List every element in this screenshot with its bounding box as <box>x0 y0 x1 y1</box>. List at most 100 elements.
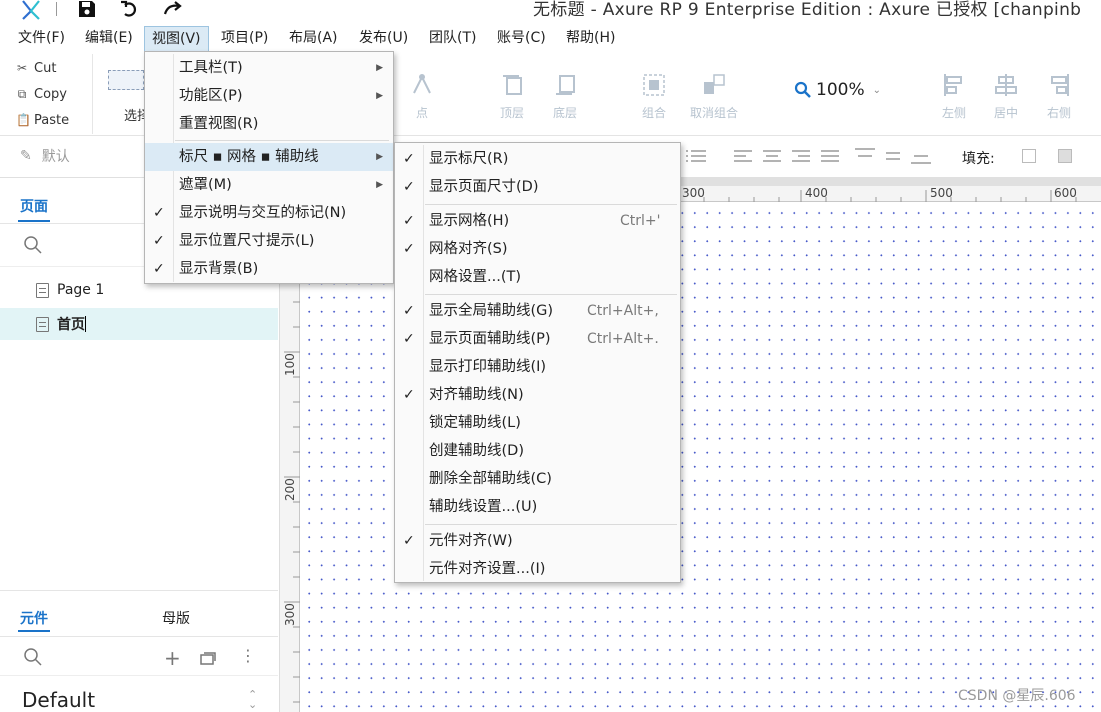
align-center-button[interactable]: 居中 <box>976 72 1036 121</box>
menu-account[interactable]: 账号(C) <box>490 26 553 53</box>
send-to-back-button[interactable]: 底层 <box>535 72 595 121</box>
menu-publish[interactable]: 发布(U) <box>352 26 415 53</box>
menu-team[interactable]: 团队(T) <box>422 26 483 53</box>
widget-search-icon[interactable] <box>23 647 43 667</box>
redo-icon[interactable] <box>162 0 184 18</box>
checkmark-icon: ✓ <box>403 241 415 257</box>
valign-middle-icon[interactable] <box>882 146 904 166</box>
save-icon[interactable] <box>76 0 98 18</box>
checkmark-icon: ✓ <box>403 303 415 319</box>
view-menu-item-show-position[interactable]: ✓ 显示位置尺寸提示(L) <box>145 227 393 255</box>
view-menu-item-reset-view[interactable]: 重置视图(R) <box>145 110 393 138</box>
submenu-item-guide-settings[interactable]: 辅助线设置...(U) <box>395 493 680 521</box>
align-right-icon <box>1051 74 1069 96</box>
align-right-button[interactable]: 右侧 <box>1029 72 1089 121</box>
menu-item-label: 显示全局辅助线(G) <box>429 303 554 319</box>
menu-item-label: 显示页面辅助线(P) <box>429 331 551 347</box>
library-copy-icon[interactable] <box>200 650 218 666</box>
view-menu-item-ribbon[interactable]: 功能区(P) ▶ <box>145 82 393 110</box>
align-text-center-icon[interactable] <box>762 148 782 164</box>
submenu-item-snap-to-guides[interactable]: ✓ 对齐辅助线(N) <box>395 381 680 409</box>
add-library-icon[interactable]: + <box>164 646 181 670</box>
zoom-chevron-down-icon: ⌄ <box>872 84 881 96</box>
align-left-button[interactable]: 左侧 <box>924 72 984 121</box>
valign-bottom-icon[interactable] <box>910 146 932 166</box>
view-menu-item-toolbar[interactable]: 工具栏(T) ▶ <box>145 54 393 82</box>
checkmark-icon: ✓ <box>403 213 415 229</box>
menu-shortcut: Ctrl+Alt+. <box>587 331 659 347</box>
paste-button[interactable]: 📋 Paste <box>16 110 69 130</box>
ungroup-button[interactable]: 取消组合 <box>684 72 744 121</box>
submenu-item-show-page-guides[interactable]: ✓ 显示页面辅助线(P) Ctrl+Alt+. <box>395 325 680 353</box>
menu-item-label: 创建辅助线(D) <box>429 443 524 459</box>
fill-color-swatch[interactable] <box>1022 149 1036 163</box>
ruler-label-200: 200 <box>283 478 297 501</box>
library-select[interactable]: Default <box>22 688 95 712</box>
view-menu-item-show-notes[interactable]: ✓ 显示说明与交互的标记(N) <box>145 199 393 227</box>
tab-masters[interactable]: 母版 <box>162 608 190 628</box>
ungroup-icon <box>704 74 725 94</box>
toolbar-divider <box>92 54 93 134</box>
page-list-item-selected[interactable]: 首页 <box>0 308 278 340</box>
zoom-value: 100% <box>816 80 865 100</box>
submenu-item-grid-settings[interactable]: 网格设置...(T) <box>395 263 680 291</box>
menu-item-label: 网格对齐(S) <box>429 241 508 257</box>
style-dropdown[interactable]: ✎ 默认 <box>20 146 70 166</box>
menu-file[interactable]: 文件(F) <box>11 26 72 53</box>
view-menu-dropdown: 工具栏(T) ▶ 功能区(P) ▶ 重置视图(R) 标尺 ▪ 网格 ▪ 辅助线 … <box>144 51 394 284</box>
align-text-justify-icon[interactable] <box>820 148 840 164</box>
menu-separator <box>425 294 677 295</box>
submenu-item-snap-to-grid[interactable]: ✓ 网格对齐(S) <box>395 235 680 263</box>
fill-label: 填充: <box>962 151 995 167</box>
tab-pages[interactable]: 页面 <box>20 196 48 216</box>
submenu-item-show-print-guides[interactable]: 显示打印辅助线(I) <box>395 353 680 381</box>
zoom-control[interactable]: 100% ⌄ <box>794 78 881 102</box>
menu-view[interactable]: 视图(V) <box>144 26 209 53</box>
select-mode-icon[interactable] <box>108 70 144 90</box>
more-options-icon[interactable]: ⋮ <box>240 646 256 665</box>
submenu-item-show-global-guides[interactable]: ✓ 显示全局辅助线(G) Ctrl+Alt+, <box>395 297 680 325</box>
view-menu-item-ruler-grid-guides[interactable]: 标尺 ▪ 网格 ▪ 辅助线 ▶ <box>145 143 393 171</box>
group-button[interactable]: 组合 <box>624 72 684 121</box>
menu-item-label: 遮罩(M) <box>179 177 232 193</box>
zoom-search-icon <box>794 81 811 98</box>
bring-to-front-button[interactable]: 顶层 <box>482 72 542 121</box>
ungroup-label: 取消组合 <box>689 106 738 120</box>
cut-button[interactable]: ✂ Cut <box>16 58 56 78</box>
menu-item-label: 元件对齐(W) <box>429 533 513 549</box>
align-text-left-icon[interactable] <box>733 148 753 164</box>
submenu-item-widget-snap-settings[interactable]: 元件对齐设置...(I) <box>395 555 680 583</box>
submenu-item-snap-to-widgets[interactable]: ✓ 元件对齐(W) <box>395 527 680 555</box>
align-right-label: 右侧 <box>1046 106 1071 120</box>
submenu-item-show-page-size[interactable]: ✓ 显示页面尺寸(D) <box>395 173 680 201</box>
checkmark-icon: ✓ <box>153 261 165 277</box>
view-menu-item-show-background[interactable]: ✓ 显示背景(B) <box>145 255 393 283</box>
submenu-item-show-ruler[interactable]: ✓ 显示标尺(R) <box>395 145 680 173</box>
menu-project[interactable]: 项目(P) <box>214 26 275 53</box>
menu-item-label: 元件对齐设置...(I) <box>429 561 546 577</box>
undo-icon[interactable] <box>119 0 141 18</box>
window-title: 无标题 - Axure RP 9 Enterprise Edition : Ax… <box>533 0 1082 20</box>
group-icon <box>643 74 665 96</box>
submenu-arrow-icon: ▶ <box>376 91 383 101</box>
submenu-item-create-guides[interactable]: 创建辅助线(D) <box>395 437 680 465</box>
submenu-item-lock-guides[interactable]: 锁定辅助线(L) <box>395 409 680 437</box>
align-text-right-icon[interactable] <box>791 148 811 164</box>
menu-item-label: 显示页面尺寸(D) <box>429 179 539 195</box>
menu-item-label: 网格设置...(T) <box>429 269 521 285</box>
menu-help[interactable]: 帮助(H) <box>559 26 622 53</box>
library-select-arrows-icon[interactable]: ⌃ ⌄ <box>248 689 257 710</box>
menu-edit[interactable]: 编辑(E) <box>78 26 140 53</box>
valign-top-icon[interactable] <box>854 146 876 166</box>
page-search-icon[interactable] <box>23 235 43 255</box>
point-tool[interactable]: 点 <box>392 72 452 121</box>
list-icon[interactable] <box>684 148 708 164</box>
fill-style-swatch[interactable] <box>1058 149 1072 163</box>
view-menu-item-mask[interactable]: 遮罩(M) ▶ <box>145 171 393 199</box>
tab-widgets[interactable]: 元件 <box>20 608 48 628</box>
menu-layout[interactable]: 布局(A) <box>282 26 345 53</box>
submenu-item-show-grid[interactable]: ✓ 显示网格(H) Ctrl+' <box>395 207 680 235</box>
copy-button[interactable]: ⧉ Copy <box>16 84 67 104</box>
submenu-item-delete-all-guides[interactable]: 删除全部辅助线(C) <box>395 465 680 493</box>
copy-icon: ⧉ <box>17 87 27 101</box>
